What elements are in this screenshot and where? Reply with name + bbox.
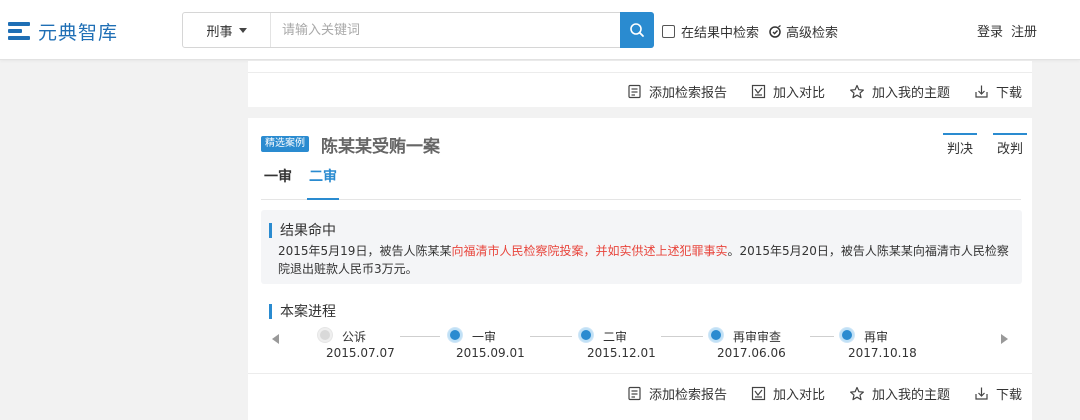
add-topic-button[interactable]: 加入我的主题 bbox=[849, 384, 950, 403]
result-hit-panel: 结果命中 2015年5月19日，被告人陈某某向福清市人民检察院投案，并如实供述上… bbox=[261, 210, 1022, 284]
section-marker bbox=[269, 222, 272, 238]
timeline-node-label: 一审 bbox=[472, 330, 497, 344]
timeline-node-date: 2017.10.18 bbox=[848, 346, 917, 360]
logo-text: 元典智库 bbox=[38, 22, 119, 44]
result-text-start: 2015年5月19日，被告人陈某某 bbox=[278, 244, 452, 258]
search-button[interactable] bbox=[620, 12, 654, 48]
timeline-connector bbox=[530, 336, 572, 337]
timeline-dot bbox=[579, 328, 593, 342]
search-bar: 刑事 bbox=[182, 12, 654, 48]
case-type-label: 刑事 bbox=[206, 24, 233, 40]
case-actions: 添加检索报告 加入对比 加入我的主题 下载 bbox=[603, 384, 1022, 403]
timeline-node-label: 再审 bbox=[864, 330, 889, 344]
search-input[interactable] bbox=[271, 13, 620, 47]
logo-icon bbox=[8, 20, 32, 44]
advanced-search-icon bbox=[769, 24, 781, 38]
result-actions: 添加检索报告 加入对比 加入我的主题 下载 bbox=[603, 82, 1022, 101]
featured-case-badge: 精选案例 bbox=[261, 136, 309, 152]
site-logo[interactable]: 元典智库 bbox=[8, 18, 118, 45]
download-button[interactable]: 下载 bbox=[974, 384, 1022, 403]
search-in-results-label: 在结果中检索 bbox=[681, 26, 760, 41]
result-hit-heading: 结果命中 bbox=[269, 220, 336, 240]
timeline-node-label: 公诉 bbox=[342, 330, 367, 344]
timeline-node-date: 2015.09.01 bbox=[456, 346, 525, 360]
case-title[interactable]: 陈某某受贿一案 bbox=[321, 132, 440, 157]
download-label: 下载 bbox=[995, 86, 1022, 101]
add-topic-label: 加入我的主题 bbox=[871, 388, 950, 403]
timeline-node-date: 2015.07.07 bbox=[326, 346, 395, 360]
add-topic-label: 加入我的主题 bbox=[871, 86, 950, 101]
timeline-next-arrow-icon[interactable] bbox=[1001, 334, 1008, 344]
previous-result-card: 添加检索报告 加入对比 加入我的主题 下载 bbox=[248, 61, 1032, 107]
star-icon bbox=[849, 386, 864, 400]
compare-label: 加入对比 bbox=[772, 388, 825, 403]
timeline-prev-arrow-icon[interactable] bbox=[272, 334, 279, 344]
timeline-dot bbox=[709, 328, 723, 342]
advanced-search-link[interactable]: 高级检索 bbox=[768, 22, 838, 41]
search-icon bbox=[630, 23, 644, 37]
case-result-card: 精选案例 陈某某受贿一案 判决 改判 一审 二审 结果命中 2015年5月19日… bbox=[248, 118, 1032, 420]
timeline-connector bbox=[661, 336, 703, 337]
report-icon bbox=[628, 386, 641, 401]
add-report-label: 添加检索报告 bbox=[648, 86, 727, 101]
timeline-connector bbox=[810, 336, 834, 337]
report-icon bbox=[628, 84, 641, 99]
login-link[interactable]: 登录 bbox=[977, 21, 1003, 40]
star-icon bbox=[849, 84, 864, 98]
download-button[interactable]: 下载 bbox=[974, 82, 1022, 101]
case-progress-title: 本案进程 bbox=[280, 304, 336, 320]
result-hit-text: 2015年5月19日，被告人陈某某向福清市人民检察院投案，并如实供述上述犯罪事实… bbox=[278, 242, 1018, 278]
timeline-node-date: 2015.12.01 bbox=[587, 346, 656, 360]
register-link[interactable]: 注册 bbox=[1011, 21, 1037, 40]
timeline-dot bbox=[448, 328, 462, 342]
result-hit-title: 结果命中 bbox=[280, 223, 336, 239]
search-in-results-toggle[interactable]: 在结果中检索 bbox=[662, 22, 759, 41]
download-icon bbox=[975, 85, 988, 98]
caret-down-icon bbox=[238, 27, 247, 33]
add-topic-button[interactable]: 加入我的主题 bbox=[849, 82, 950, 101]
compare-icon bbox=[751, 386, 766, 401]
add-report-button[interactable]: 添加检索报告 bbox=[627, 82, 727, 101]
compare-button[interactable]: 加入对比 bbox=[751, 82, 825, 101]
trial-tabs: 一审 二审 bbox=[261, 168, 1021, 200]
case-type-select[interactable]: 刑事 bbox=[183, 13, 271, 47]
download-icon bbox=[975, 387, 988, 400]
section-marker bbox=[269, 303, 272, 319]
timeline-connector bbox=[400, 336, 440, 337]
download-label: 下载 bbox=[995, 388, 1022, 403]
result-text-highlight: 向福清市人民检察院投案，并如实供述上述犯罪事实 bbox=[451, 244, 728, 258]
tab-first-instance[interactable]: 一审 bbox=[264, 168, 292, 200]
timeline-dot bbox=[318, 328, 332, 342]
add-report-button[interactable]: 添加检索报告 bbox=[627, 384, 727, 403]
timeline-node-label: 再审审查 bbox=[733, 330, 782, 344]
search-in-results-checkbox[interactable] bbox=[662, 25, 675, 38]
timeline-node-label: 二审 bbox=[603, 330, 628, 344]
case-progress-timeline: 公诉 2015.07.07 一审 2015.09.01 二审 2015.12.0… bbox=[268, 324, 1012, 364]
tab-second-instance[interactable]: 二审 bbox=[307, 168, 339, 200]
divider bbox=[248, 373, 1032, 374]
verdict-link-judgment[interactable]: 判决 bbox=[943, 133, 977, 157]
compare-label: 加入对比 bbox=[772, 86, 825, 101]
add-report-label: 添加检索报告 bbox=[648, 388, 727, 403]
divider bbox=[248, 72, 1032, 73]
compare-icon bbox=[751, 84, 766, 99]
timeline-dot bbox=[840, 328, 854, 342]
verdict-link-revised[interactable]: 改判 bbox=[993, 133, 1027, 157]
advanced-search-label: 高级检索 bbox=[786, 26, 839, 41]
top-header: 元典智库 刑事 在结果中检索 高级检索 登录 注册 bbox=[0, 0, 1080, 60]
compare-button[interactable]: 加入对比 bbox=[751, 384, 825, 403]
timeline-node-date: 2017.06.06 bbox=[717, 346, 786, 360]
case-progress-heading: 本案进程 bbox=[269, 301, 336, 321]
